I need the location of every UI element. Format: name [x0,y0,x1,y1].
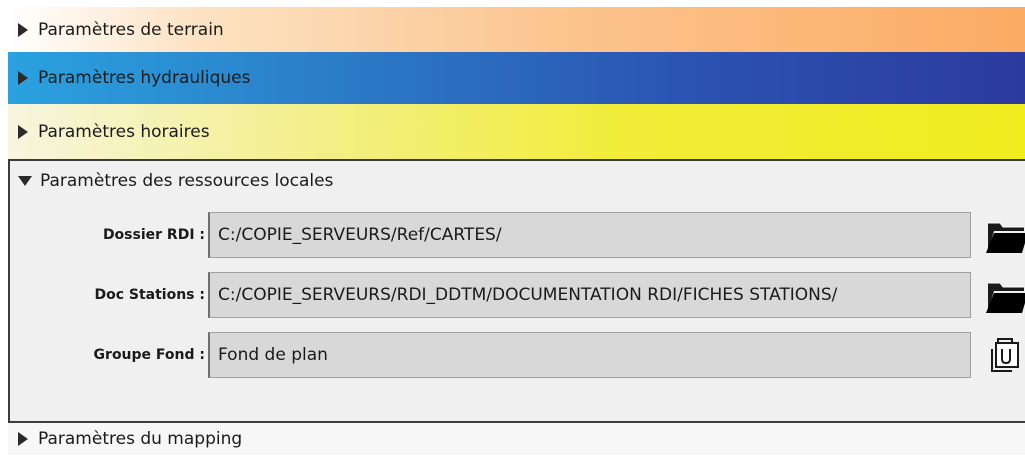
field-row-dossier-rdi: Dossier RDI : C:/COPIE_SERVEURS/Ref/CART… [10,211,1025,261]
dossier-rdi-label: Dossier RDI : [102,227,205,243]
triangle-right-icon [8,71,38,85]
groupe-fond-label: Groupe Fond : [93,347,205,363]
folder-icon [984,282,1025,319]
section-header-horaires[interactable]: Paramètres horaires [8,104,1025,159]
layers-copy-icon [984,338,1025,379]
section-title-terrain: Paramètres de terrain [38,19,224,40]
groupe-fond-field[interactable]: Fond de plan [208,332,971,378]
section-header-ressources-locales[interactable]: Paramètres des ressources locales [10,161,1025,201]
section-title-horaires: Paramètres horaires [38,121,210,142]
section-title-hydraulique: Paramètres hydrauliques [38,68,251,88]
section-header-mapping[interactable]: Paramètres du mapping [8,423,1025,455]
field-row-doc-stations: Doc Stations : C:/COPIE_SERVEURS/RDI_DDT… [10,271,1025,321]
section-ressources-locales: Paramètres des ressources locales Dossie… [8,159,1025,423]
triangle-right-icon [8,124,38,139]
triangle-down-icon [10,175,40,187]
folder-icon [984,222,1025,259]
dossier-rdi-browse-button[interactable] [984,217,1025,255]
settings-panel: Paramètres de terrain Paramètres hydraul… [0,0,1025,459]
section-title-ressources-locales: Paramètres des ressources locales [40,171,334,191]
triangle-right-icon [8,432,38,446]
doc-stations-label: Doc Stations : [94,287,205,303]
field-row-groupe-fond: Groupe Fond : Fond de plan [10,331,1025,381]
groupe-fond-copy-button[interactable] [984,337,1025,375]
triangle-right-icon [8,22,38,37]
section-title-mapping: Paramètres du mapping [38,429,243,449]
section-header-hydraulique[interactable]: Paramètres hydrauliques [8,52,1025,104]
section-header-terrain[interactable]: Paramètres de terrain [8,7,1025,52]
doc-stations-browse-button[interactable] [984,277,1025,315]
doc-stations-field[interactable]: C:/COPIE_SERVEURS/RDI_DDTM/DOCUMENTATION… [208,272,971,318]
dossier-rdi-field[interactable]: C:/COPIE_SERVEURS/Ref/CARTES/ [208,212,971,258]
